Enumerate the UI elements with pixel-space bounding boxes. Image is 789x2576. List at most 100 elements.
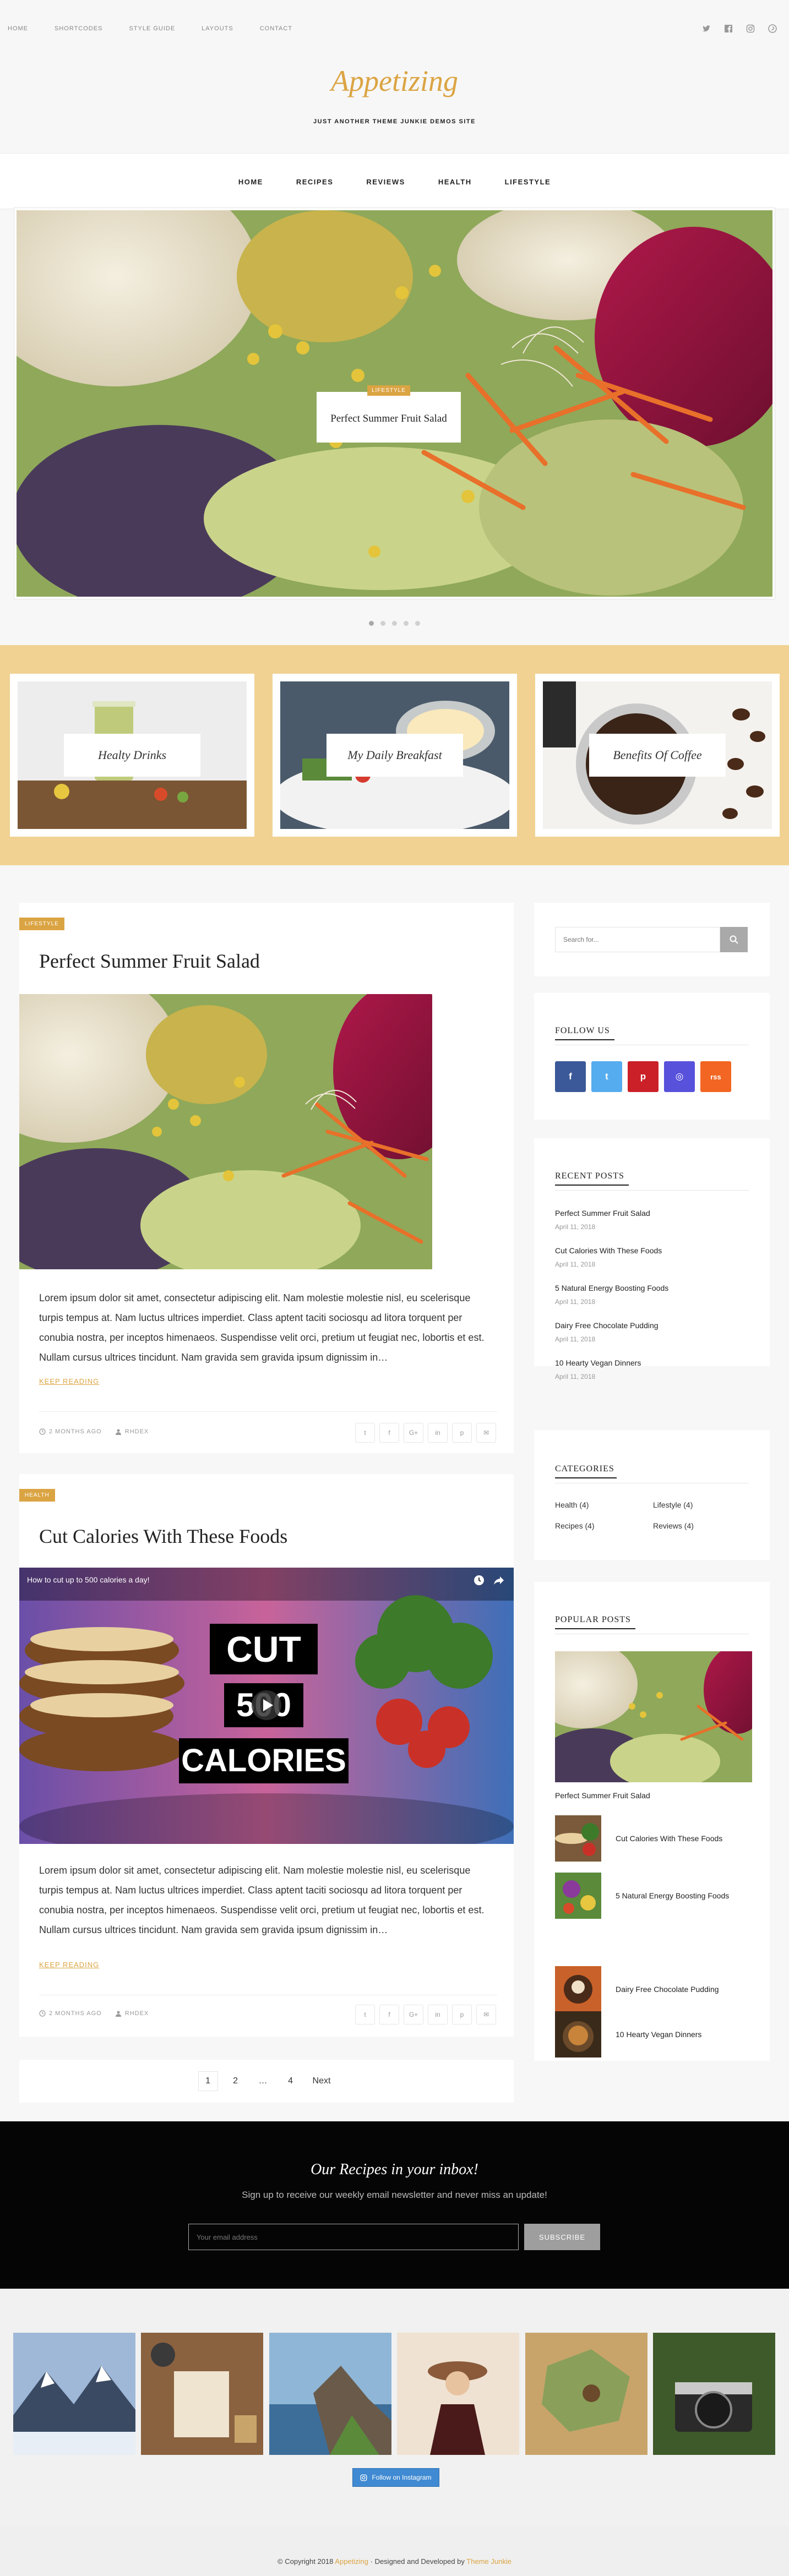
recent-post-title[interactable]: Dairy Free Chocolate Pudding [555,1321,659,1330]
search-button[interactable] [720,927,748,952]
share-facebook-button[interactable]: f [379,2005,399,2024]
facebook-icon[interactable] [724,24,733,33]
post-category-badge[interactable]: LIFESTYLE [19,918,64,930]
popular-post-thumb[interactable] [555,1966,601,2012]
share-facebook-button[interactable]: f [379,1423,399,1443]
category-link-lifestyle[interactable]: Lifestyle (4) [653,1500,741,1509]
promo-label[interactable]: My Daily Breakfast [327,734,463,777]
pinterest-icon[interactable] [768,24,777,33]
instagram-photo-camera[interactable] [653,2333,775,2455]
category-link-health[interactable]: Health (4) [555,1500,653,1509]
post-author-name[interactable]: RHDEX [125,2010,149,2017]
share-twitter-button[interactable]: t [355,2005,375,2024]
featured-slider[interactable]: LIFESTYLE Perfect Summer Fruit Salad [14,208,775,599]
recent-post-item[interactable]: Dairy Free Chocolate Pudding April 11, 20… [555,1321,659,1343]
instagram-photo-mountains[interactable] [13,2333,135,2455]
category-link-recipes[interactable]: Recipes (4) [555,1521,653,1530]
share-linkedin-button[interactable]: in [428,2005,448,2024]
recent-post-item[interactable]: Cut Calories With These Foods April 11, 2… [555,1246,662,1268]
share-email-button[interactable]: ✉ [476,2005,496,2024]
main-nav-reviews[interactable]: REVIEWS [366,178,405,186]
slide-caption-card[interactable]: LIFESTYLE Perfect Summer Fruit Salad [317,385,461,443]
post-author[interactable]: RHDEX [115,2010,149,2017]
search-input[interactable] [555,927,720,952]
follow-twitter-button[interactable]: t [591,1061,622,1092]
keep-reading-link[interactable]: KEEP READING [39,1377,99,1385]
share-pinterest-button[interactable]: p [452,2005,472,2024]
main-nav-home[interactable]: HOME [238,178,263,186]
popular-post-item[interactable]: Cut Calories With These Foods [555,1815,722,1862]
site-title[interactable]: Appetizing [0,64,789,98]
popular-post-title[interactable]: Dairy Free Chocolate Pudding [616,1985,719,1994]
share-google-plus-button[interactable]: G+ [404,1423,423,1443]
share-twitter-button[interactable]: t [355,1423,375,1443]
instagram-photo-cliffs[interactable] [269,2333,391,2455]
page-1-button[interactable]: 1 [198,2071,218,2091]
follow-pinterest-button[interactable]: p [628,1061,659,1092]
top-nav-shortcodes[interactable]: SHORTCODES [55,25,102,32]
post-video-embed[interactable]: How to cut up to 500 calories a day! CUT… [19,1568,514,1844]
popular-post-title[interactable]: Cut Calories With These Foods [616,1834,722,1843]
popular-post-thumb[interactable] [555,1873,601,1919]
recent-post-item[interactable]: 5 Natural Energy Boosting Foods April 11,… [555,1284,668,1306]
play-icon[interactable] [251,1690,282,1721]
instagram-photo-desk[interactable] [141,2333,263,2455]
slider-dot-2[interactable] [380,621,385,626]
video-title[interactable]: How to cut up to 500 calories a day! [27,1575,150,1584]
promo-label[interactable]: Healty Drinks [64,734,200,777]
recent-post-item[interactable]: Perfect Summer Fruit Salad April 11, 2018 [555,1209,650,1231]
share-pinterest-button[interactable]: p [452,1423,472,1443]
instagram-icon[interactable] [746,24,755,33]
instagram-photo-woman[interactable] [397,2333,519,2455]
footer-developer-link[interactable]: Theme Junkie [466,2557,512,2566]
follow-instagram-button[interactable]: ◎ [664,1061,695,1092]
post-author-name[interactable]: RHDEX [125,1428,149,1435]
subscribe-button[interactable]: SUBSCRIBE [524,2224,600,2250]
top-nav-layouts[interactable]: LAYOUTS [202,25,233,32]
post-author[interactable]: RHDEX [115,1428,149,1435]
follow-facebook-button[interactable]: f [555,1061,586,1092]
newsletter-email-input[interactable] [188,2224,519,2250]
popular-post-title[interactable]: 10 Hearty Vegan Dinners [616,2030,701,2039]
page-2-button[interactable]: 2 [226,2071,246,2091]
twitter-icon[interactable] [702,24,711,33]
top-nav-style-guide[interactable]: STYLE GUIDE [129,25,175,32]
next-page-button[interactable]: Next [308,2071,335,2091]
share-linkedin-button[interactable]: in [428,1423,448,1443]
share-email-button[interactable]: ✉ [476,1423,496,1443]
recent-post-title[interactable]: 10 Hearty Vegan Dinners [555,1358,641,1367]
popular-featured-title[interactable]: Perfect Summer Fruit Salad [555,1791,650,1800]
popular-featured-image[interactable] [555,1651,752,1782]
recent-post-title[interactable]: Cut Calories With These Foods [555,1246,662,1255]
follow-on-instagram-button[interactable]: Follow on Instagram [352,2468,439,2487]
popular-post-item[interactable]: 5 Natural Energy Boosting Foods [555,1873,729,1919]
popular-post-thumb[interactable] [555,1815,601,1862]
post-title[interactable]: Perfect Summer Fruit Salad [39,949,260,973]
category-link-reviews[interactable]: Reviews (4) [653,1521,741,1530]
slider-dot-5[interactable] [415,621,420,626]
popular-post-thumb[interactable] [555,2011,601,2057]
slider-dot-3[interactable] [392,621,397,626]
post-category-badge[interactable]: HEALTH [19,1489,55,1502]
top-nav-contact[interactable]: CONTACT [260,25,292,32]
share-google-plus-button[interactable]: G+ [404,2005,423,2024]
post-featured-image[interactable] [19,994,432,1269]
promo-label[interactable]: Benefits Of Coffee [589,734,726,777]
slide-title[interactable]: Perfect Summer Fruit Salad [317,413,461,425]
top-nav-home[interactable]: HOME [8,25,28,32]
post-title[interactable]: Cut Calories With These Foods [39,1525,287,1548]
slide-category-badge[interactable]: LIFESTYLE [367,385,410,396]
share-icon[interactable] [493,1574,505,1586]
popular-post-title[interactable]: 5 Natural Energy Boosting Foods [616,1891,729,1900]
instagram-photo-map[interactable] [525,2333,647,2455]
footer-site-link[interactable]: Appetizing [335,2557,368,2566]
slider-dot-4[interactable] [404,621,409,626]
main-nav-lifestyle[interactable]: LIFESTYLE [505,178,551,186]
popular-post-item[interactable]: 10 Hearty Vegan Dinners [555,2011,701,2057]
clock-icon[interactable] [473,1574,485,1586]
slider-dot-1[interactable] [369,621,374,626]
recent-post-title[interactable]: 5 Natural Energy Boosting Foods [555,1284,668,1292]
promo-healty-drinks[interactable]: Healty Drinks [10,674,254,837]
main-nav-health[interactable]: HEALTH [438,178,472,186]
main-nav-recipes[interactable]: RECIPES [296,178,334,186]
